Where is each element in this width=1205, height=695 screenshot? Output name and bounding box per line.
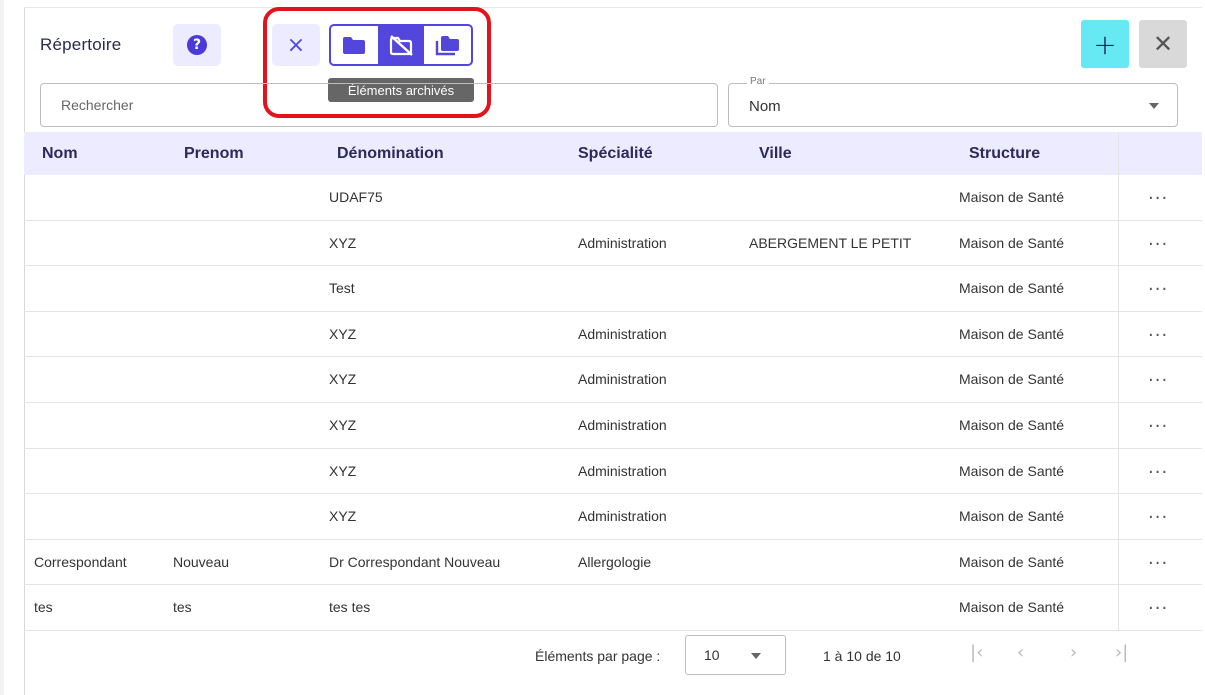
cell-specialite: Administration [578,416,667,433]
last-page-button[interactable]: ›| [1115,642,1128,663]
table-row[interactable]: tes tes tes tes Maison de Santé... [24,585,1202,631]
table-row[interactable]: Correspondant Nouveau Dr Correspondant Nou… [24,540,1202,586]
cell-denomination: XYZ [329,508,357,525]
cell-structure: Maison de Santé [959,280,1065,297]
table-row[interactable]: XYZ Administration Maison de Santé... [24,403,1202,449]
more-actions-icon[interactable]: ... [1148,457,1168,478]
cell-specialite: Administration [578,325,667,342]
sort-by-value: Nom [749,98,781,115]
table-row[interactable]: XYZ Administration Maison de Santé... [24,312,1202,358]
more-actions-icon[interactable]: ... [1148,502,1168,523]
close-icon: ✕ [1152,30,1174,58]
column-header-denomination[interactable]: Dénomination [337,145,444,163]
search-input[interactable] [40,83,718,127]
cell-structure: Maison de Santé [959,416,1065,433]
more-actions-icon[interactable]: ... [1148,274,1168,295]
more-actions-icon[interactable]: ... [1148,548,1168,569]
cell-structure: Maison de Santé [959,553,1065,570]
table-row[interactable]: XYZ Administration Maison de Santé... [24,494,1202,540]
cell-denomination: Dr Correspondant Nouveau [329,553,501,570]
cell-specialite: Administration [578,371,667,388]
cell-structure: Maison de Santé [959,371,1065,388]
cell-denomination: tes tes [329,599,371,616]
per-page-label: Éléments par page : [535,648,661,664]
table-row[interactable]: XYZ Administration Maison de Santé... [24,357,1202,403]
cell-denomination: XYZ [329,371,357,388]
cell-denomination: UDAF75 [329,189,383,205]
column-header-nom[interactable]: Nom [42,145,78,163]
table-row[interactable]: XYZ Administration Maison de Santé... [24,449,1202,495]
cell-denomination: XYZ [329,234,357,251]
column-header-ville[interactable]: Ville [759,145,792,163]
cell-structure: Maison de Santé [959,599,1065,616]
column-header-specialite[interactable]: Spécialité [578,145,653,163]
more-actions-icon[interactable]: ... [1148,183,1168,204]
more-actions-icon[interactable]: ... [1148,365,1168,386]
cell-nom: tes [34,599,53,616]
cell-denomination: Test [329,280,355,297]
column-header-prenom[interactable]: Prenom [184,145,244,163]
background-edge [0,0,4,695]
cell-structure: Maison de Santé [959,462,1065,479]
cell-structure: Maison de Santé [959,189,1065,205]
cell-denomination: XYZ [329,462,357,479]
previous-page-button[interactable]: ‹ [1017,642,1024,663]
cell-structure: Maison de Santé [959,508,1065,525]
close-dialog-button[interactable]: ✕ [1139,20,1187,68]
paginator: Éléments par page : 10 1 à 10 de 10 |‹ ‹… [24,630,1202,695]
cell-specialite: Administration [578,508,667,525]
next-page-button[interactable]: › [1070,642,1077,663]
sort-by-select[interactable]: Par Nom [728,76,1178,127]
table-row[interactable]: UDAF75 Maison de Santé... [24,175,1202,221]
cell-specialite: Administration [578,234,667,251]
cell-denomination: XYZ [329,416,357,433]
column-header-structure[interactable]: Structure [969,145,1040,163]
sort-by-label: Par [747,76,769,87]
plus-icon: + [1093,27,1117,61]
first-page-button[interactable]: |‹ [970,642,983,663]
question-circle-icon: ? [187,35,207,55]
chevron-down-icon [751,653,761,659]
cell-specialite: Allergologie [578,553,652,570]
cell-ville: ABERGEMENT LE PETIT [749,234,912,251]
cell-nom: Correspondant [34,553,127,570]
cell-denomination: XYZ [329,325,357,342]
column-divider [1118,132,1119,630]
per-page-select[interactable]: 10 [685,635,786,675]
page-title: Répertoire [40,35,122,54]
cell-specialite: Administration [578,462,667,479]
cell-structure: Maison de Santé [959,234,1065,251]
table-body: UDAF75 Maison de Santé... XYZ Administratio… [24,175,1202,631]
table-row[interactable]: XYZ Administration ABERGEMENT LE PETIT Mais… [24,221,1202,267]
add-button[interactable]: + [1081,20,1129,68]
per-page-value: 10 [704,647,720,663]
help-button[interactable]: ? [173,24,221,66]
more-actions-icon[interactable]: ... [1148,229,1168,250]
cell-prenom: Nouveau [173,553,230,570]
more-actions-icon[interactable]: ... [1148,411,1168,432]
cell-prenom: tes [173,599,192,616]
more-actions-icon[interactable]: ... [1148,593,1168,614]
chevron-down-icon [1149,103,1159,109]
table-header: Nom Prenom Dénomination Spécialité Ville… [24,132,1202,175]
table-row[interactable]: Test Maison de Santé... [24,266,1202,312]
page-range: 1 à 10 de 10 [823,648,901,664]
more-actions-icon[interactable]: ... [1148,320,1168,341]
cell-structure: Maison de Santé [959,325,1065,342]
